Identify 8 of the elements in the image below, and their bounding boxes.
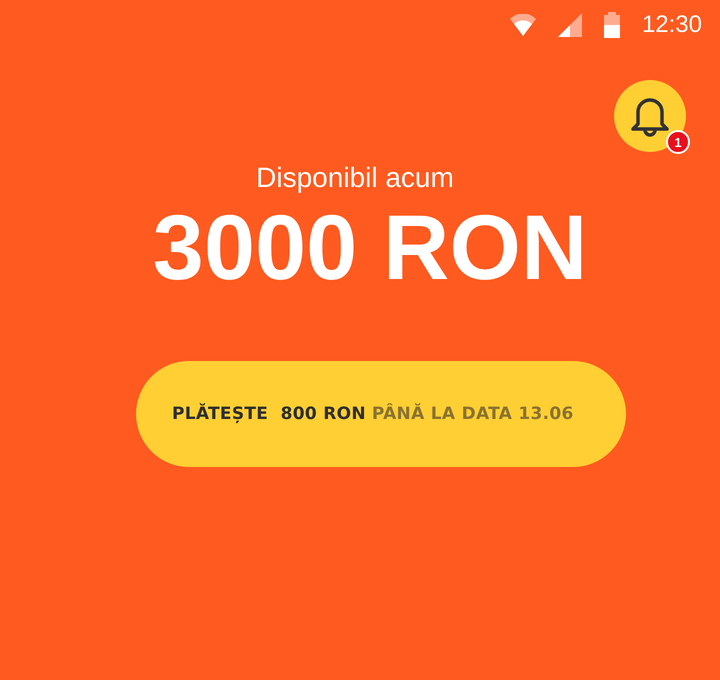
balance-amount: 3000 RON (152, 198, 588, 300)
battery-icon (604, 12, 620, 38)
signal-icon (558, 13, 582, 37)
balance-label: Disponibil acum (256, 162, 454, 194)
clock-time: 12:30 (642, 11, 702, 39)
wifi-icon (510, 14, 536, 36)
notification-badge: 1 (666, 130, 690, 154)
pay-button[interactable]: PLĂTEȘTE 800 RON PÂNĂ LA DATA 13.06 (136, 361, 626, 468)
